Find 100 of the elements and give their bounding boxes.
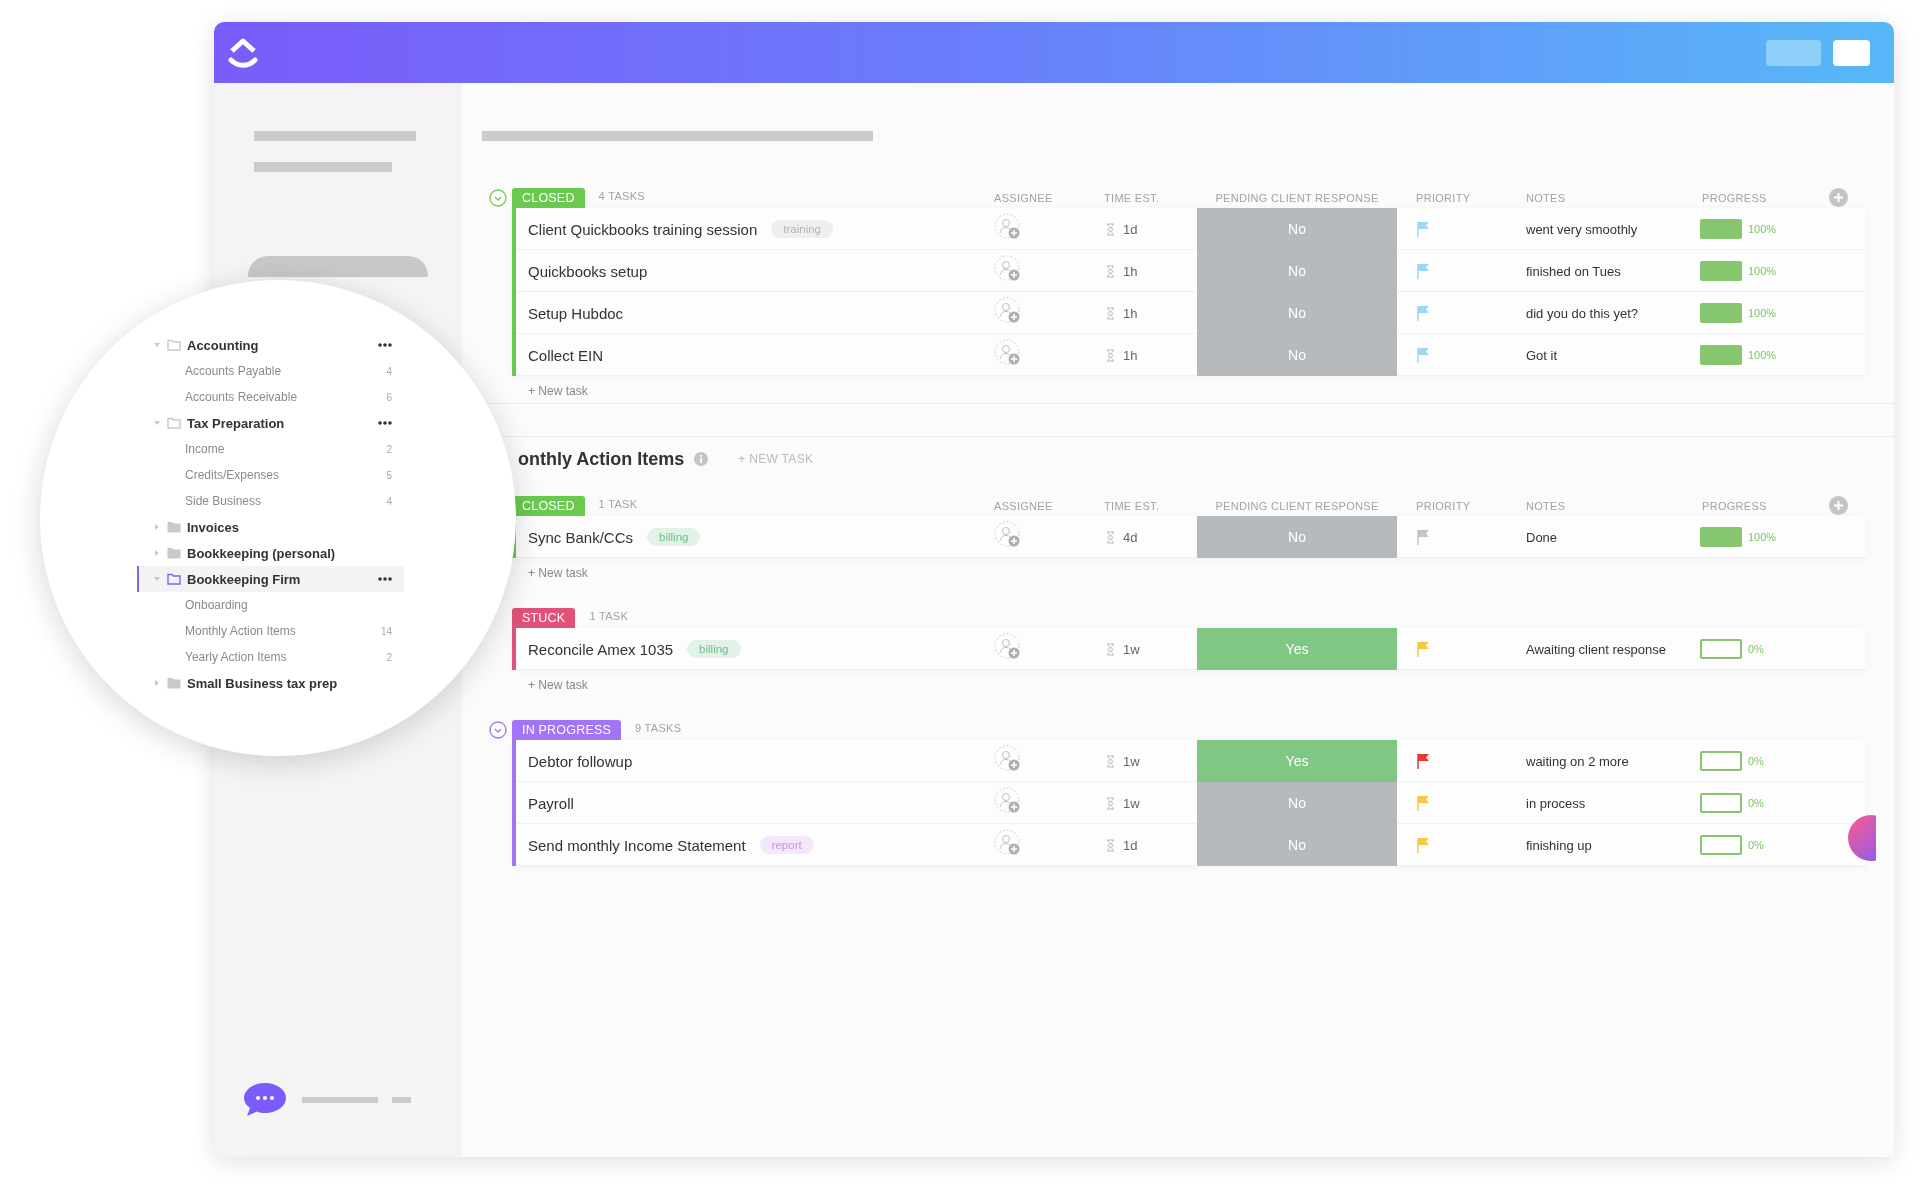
progress-percent: 0% [1748, 643, 1764, 655]
folder-item[interactable]: Accounting [137, 332, 404, 358]
list-item[interactable]: Accounts Payable 4 [137, 358, 404, 384]
task-name[interactable]: Collect EIN [528, 346, 604, 364]
more-icon[interactable] [378, 343, 392, 347]
task-name[interactable]: Payroll [528, 794, 574, 812]
folder-item[interactable]: Small Business tax prep [137, 670, 404, 696]
info-icon[interactable] [694, 452, 709, 466]
item-count: 5 [386, 469, 392, 481]
add-assignee-icon[interactable] [994, 745, 1022, 773]
time-estimate: 1d [1123, 221, 1138, 237]
hourglass-icon [1106, 222, 1115, 236]
chat-icon[interactable] [242, 1081, 288, 1119]
add-assignee-icon[interactable] [994, 213, 1022, 241]
note-text: in process [1525, 795, 1587, 811]
time-estimate: 1d [1123, 837, 1138, 853]
task-name[interactable]: Debtor followup [528, 752, 633, 770]
folder-item[interactable]: Invoices [137, 514, 404, 540]
task-name[interactable]: Quickbooks setup [528, 262, 648, 280]
task-name[interactable]: Client Quickbooks training session [528, 220, 758, 238]
caret-icon [153, 549, 161, 557]
progress-percent: 0% [1748, 797, 1764, 809]
note-text: went very smoothly [1525, 221, 1639, 237]
add-column-icon[interactable] [1829, 188, 1848, 207]
add-column-icon[interactable] [1829, 496, 1848, 515]
pending-response-cell[interactable]: No [1197, 824, 1397, 866]
list-item[interactable]: Income 2 [137, 436, 404, 462]
progress-percent: 100% [1748, 307, 1777, 319]
caret-icon [153, 575, 161, 583]
pending-response-cell[interactable]: Yes [1197, 740, 1397, 782]
pending-response-cell[interactable]: No [1197, 250, 1397, 292]
list-item[interactable]: Yearly Action Items 2 [137, 644, 404, 670]
folder-icon [167, 339, 181, 351]
time-estimate: 1w [1123, 641, 1140, 657]
hourglass-icon [1106, 754, 1115, 768]
folder-icon [167, 677, 181, 689]
note-text: finished on Tues [1525, 263, 1622, 279]
progress-percent: 0% [1748, 755, 1764, 767]
progress-percent: 100% [1748, 223, 1777, 235]
add-assignee-icon[interactable] [994, 339, 1022, 367]
time-estimate: 1h [1123, 263, 1138, 279]
pending-response-cell[interactable]: No [1197, 782, 1397, 824]
note-text: Done [1525, 529, 1559, 545]
more-icon[interactable] [378, 421, 392, 425]
column-header: PRIORITY [1415, 499, 1472, 514]
folder-icon [167, 547, 181, 559]
new-task-link[interactable]: + New task [528, 675, 588, 695]
caret-icon [153, 523, 161, 531]
new-task-link[interactable]: + New task [528, 381, 588, 401]
flag-icon[interactable] [1416, 753, 1430, 769]
header-button[interactable] [1766, 39, 1821, 66]
list-item[interactable]: Monthly Action Items 14 [137, 618, 404, 644]
note-text: Awaiting client response [1525, 641, 1667, 657]
item-count: 2 [386, 443, 392, 455]
folder-item[interactable]: Bookkeeping (personal) [137, 540, 404, 566]
folder-item[interactable]: Tax Preparation [137, 410, 404, 436]
column-header: ASSIGNEE [993, 191, 1054, 206]
pending-response-cell[interactable]: No [1197, 292, 1397, 334]
pending-response-cell[interactable]: No [1197, 516, 1397, 558]
new-task-link[interactable]: + New task [528, 563, 588, 583]
caret-icon [153, 341, 161, 349]
task-name[interactable]: Setup Hubdoc [528, 304, 624, 322]
note-text: did you do this yet? [1525, 305, 1640, 321]
hourglass-icon [1106, 530, 1115, 544]
time-estimate: 1h [1123, 305, 1138, 321]
header-button[interactable] [1833, 39, 1870, 66]
add-assignee-icon[interactable] [994, 297, 1022, 325]
more-icon[interactable] [378, 577, 392, 581]
collapse-toggle[interactable] [489, 189, 507, 207]
folder-item[interactable]: Bookkeeping Firm [137, 566, 404, 592]
hourglass-icon [1106, 264, 1115, 278]
caret-icon [153, 419, 161, 427]
column-header: TIME EST. [1103, 191, 1161, 206]
list-item[interactable]: Side Business 4 [137, 488, 404, 514]
collapse-toggle[interactable] [489, 721, 507, 739]
list-item[interactable]: Accounts Receivable 6 [137, 384, 404, 410]
task-name[interactable]: Reconcile Amex 1035 [528, 640, 674, 658]
progress-bar [1700, 345, 1742, 365]
list-item[interactable]: Onboarding [137, 592, 404, 618]
list-item[interactable]: Credits/Expenses 5 [137, 462, 404, 488]
progress-percent: 100% [1748, 531, 1777, 543]
add-assignee-icon[interactable] [994, 633, 1022, 661]
placeholder-bar [392, 1097, 411, 1103]
task-count: 4 TASKS [598, 189, 645, 202]
column-header: PRIORITY [1415, 191, 1472, 206]
add-assignee-icon[interactable] [994, 787, 1022, 815]
pending-response-cell[interactable]: No [1197, 334, 1397, 376]
add-assignee-icon[interactable] [994, 255, 1022, 283]
status-label: CLOSED [512, 496, 585, 516]
new-task-link[interactable]: + NEW TASK [738, 452, 814, 466]
task-name[interactable]: Sync Bank/CCs [528, 528, 634, 546]
column-header: PROGRESS [1702, 191, 1767, 204]
caret-icon [153, 679, 161, 687]
search-field[interactable] [248, 256, 428, 277]
task-name[interactable]: Send monthly Income Statement [528, 836, 746, 854]
column-header: NOTES [1525, 191, 1567, 206]
add-assignee-icon[interactable] [994, 829, 1022, 857]
add-assignee-icon[interactable] [994, 521, 1022, 549]
pending-response-cell[interactable]: Yes [1197, 628, 1397, 670]
pending-response-cell[interactable]: No [1197, 208, 1397, 250]
